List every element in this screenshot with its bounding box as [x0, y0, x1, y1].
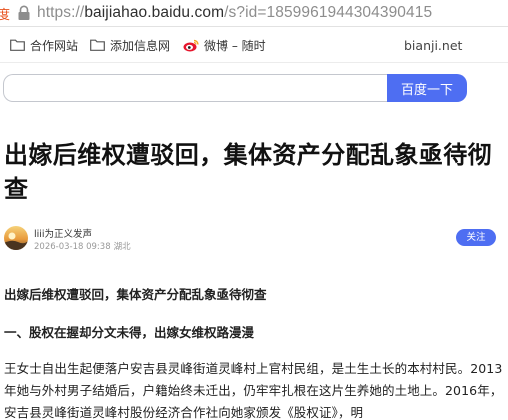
avatar[interactable]: [4, 226, 28, 250]
avatar-image: [4, 226, 28, 250]
author-meta: 2026-03-18 09:38 湖北: [34, 240, 131, 252]
address-bar[interactable]: 度 https://baijiahao.baidu.com/s?id=18599…: [0, 0, 508, 27]
url-text[interactable]: https://baijiahao.baidu.com/s?id=1859961…: [37, 4, 432, 22]
article-heading: 出嫁后维权遭驳回，集体资产分配乱象亟待彻查: [4, 287, 267, 302]
weibo-icon: [183, 39, 199, 51]
publish-location: 湖北: [113, 242, 131, 252]
bookmark-weibo[interactable]: 微博 – 随时: [183, 28, 282, 62]
search-input[interactable]: [3, 74, 387, 102]
search-button[interactable]: 百度一下: [387, 74, 467, 102]
bookmarks-bar: 合作网站 添加信息网 微博 – 随时 bianji.net: [0, 28, 508, 63]
tab-title-fragment: 度: [0, 7, 11, 23]
bookmark-label: 合作网站: [30, 38, 79, 53]
bookmark-label: 微博 – 随时: [204, 38, 266, 53]
folder-icon: [90, 39, 105, 51]
bookmark-bianji[interactable]: bianji.net: [404, 28, 462, 62]
article-title: 出嫁后维权遭驳回，集体资产分配乱象亟待彻查: [4, 141, 492, 203]
url-host: baijiahao.baidu.com: [84, 4, 225, 21]
author-name[interactable]: liii为正义发声: [34, 226, 92, 240]
bookmark-tianjia[interactable]: 添加信息网: [90, 28, 179, 62]
lock-icon: [18, 5, 30, 20]
bookmark-label: bianji.net: [404, 37, 463, 53]
url-path: /s?id=1859961944304390415: [224, 4, 433, 21]
author-row: liii为正义发声 2026-03-18 09:38 湖北 关注: [4, 224, 504, 256]
follow-button[interactable]: 关注: [456, 229, 496, 246]
section-heading: 一、股权在握却分文未得，出嫁女维权路漫漫: [4, 325, 255, 340]
baidu-search-bar: 百度一下: [3, 74, 467, 102]
folder-icon: [10, 39, 25, 51]
url-protocol: https://: [37, 4, 85, 21]
article-paragraph: 王女士自出生起便落户安吉县灵峰街道灵峰村上官村民组，是土生土长的本村村民。201…: [4, 361, 503, 420]
bookmark-label: 添加信息网: [110, 38, 171, 53]
bookmark-hezuo[interactable]: 合作网站: [10, 28, 78, 62]
publish-date: 2026-03-18 09:38: [34, 242, 111, 252]
